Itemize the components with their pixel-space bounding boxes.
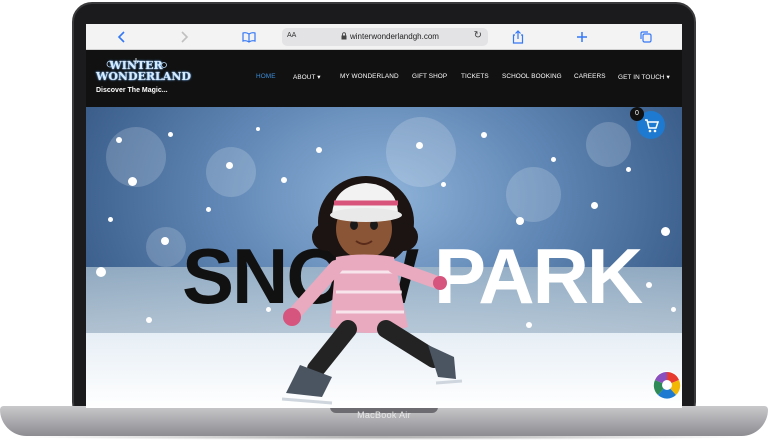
nav-school-booking[interactable]: SCHOOL BOOKING xyxy=(502,73,562,80)
reload-icon[interactable]: ↻ xyxy=(474,30,482,41)
skater-illustration xyxy=(281,176,463,405)
back-icon[interactable] xyxy=(114,29,130,45)
nav-get-in-touch-label: GET IN TOUCH xyxy=(618,74,665,81)
tabs-icon[interactable] xyxy=(638,29,654,45)
site-logo[interactable]: WINTER WONDERLAND Discover The Magic... xyxy=(96,56,191,100)
accessibility-widget-icon[interactable] xyxy=(652,370,682,400)
nav-my-wonderland[interactable]: MY WONDERLAND xyxy=(340,73,399,80)
forward-icon[interactable] xyxy=(176,29,192,45)
screen: AA winterwonderlandgh.com ↻ WINTER WONDE… xyxy=(86,24,682,408)
bookmarks-icon[interactable] xyxy=(241,29,257,45)
nav-gift-shop[interactable]: GIFT SHOP xyxy=(412,73,447,80)
nav-get-in-touch[interactable]: GET IN TOUCH ▾ xyxy=(618,73,670,81)
nav-about[interactable]: ABOUT ▾ xyxy=(293,73,321,81)
browser-toolbar: AA winterwonderlandgh.com ↻ xyxy=(86,24,682,50)
url-text: winterwonderlandgh.com xyxy=(350,32,439,41)
nav-tickets[interactable]: TICKETS xyxy=(461,73,489,80)
cart-count-badge: 0 xyxy=(630,107,644,121)
lock-icon xyxy=(341,32,347,40)
new-tab-icon[interactable] xyxy=(574,29,590,45)
nav-home[interactable]: HOME xyxy=(256,73,276,80)
nav-about-label: ABOUT xyxy=(293,74,316,81)
laptop-mockup: MacBook Air AA winterwonderlandgh.com ↻ xyxy=(0,0,768,441)
text-size-button[interactable]: AA xyxy=(287,32,296,39)
nav-careers[interactable]: CAREERS xyxy=(574,73,606,80)
device-label: MacBook Air xyxy=(357,410,411,420)
hero-banner: SNOW PARK 0 xyxy=(86,107,682,408)
site-tagline: Discover The Magic... xyxy=(96,87,168,94)
address-bar[interactable]: AA winterwonderlandgh.com ↻ xyxy=(282,28,488,46)
site-header: WINTER WONDERLAND Discover The Magic... … xyxy=(86,50,682,107)
chevron-down-icon: ▾ xyxy=(317,74,321,81)
logo-title: WINTER WONDERLAND xyxy=(96,59,191,83)
chevron-down-icon: ▾ xyxy=(666,74,670,81)
share-icon[interactable] xyxy=(510,29,526,45)
